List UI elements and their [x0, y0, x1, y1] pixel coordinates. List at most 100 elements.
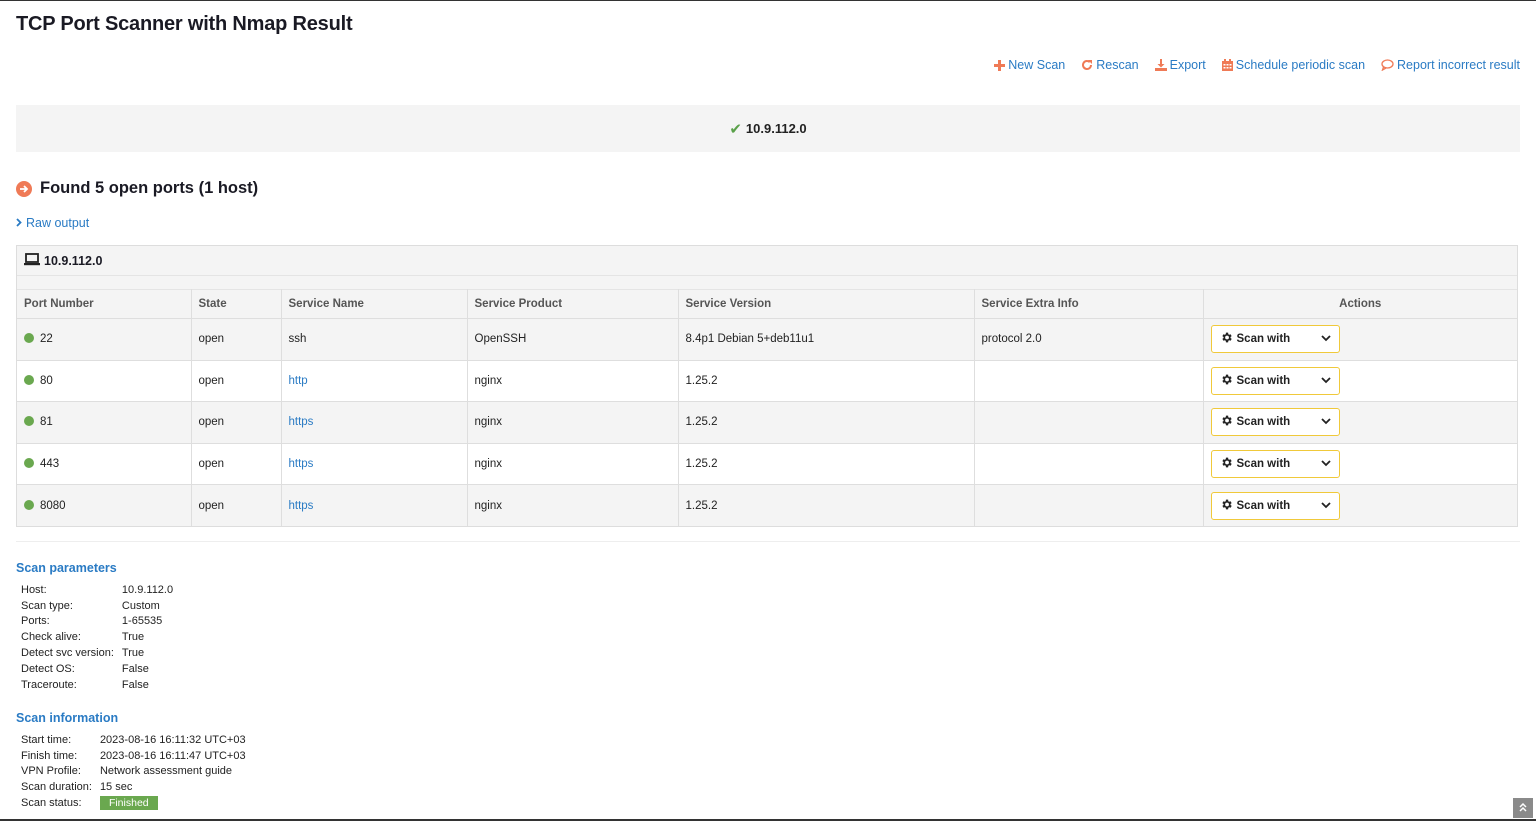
chevron-down-icon	[1320, 458, 1331, 470]
calendar-icon	[1221, 59, 1233, 71]
param-value: True	[121, 631, 145, 644]
service-name: ssh	[288, 333, 307, 346]
scan-with-label: Scan with	[1236, 374, 1291, 387]
state-cell: open	[190, 401, 282, 444]
info-value: Network assessment guide	[99, 765, 232, 778]
param-label: Ports:	[21, 615, 50, 628]
actions-cell: Scan with	[1202, 359, 1517, 402]
gear-icon	[1220, 456, 1233, 472]
state-cell: open	[190, 442, 282, 485]
param-label: Detect OS:	[21, 662, 75, 675]
status-badge: Finished	[99, 796, 158, 811]
scan-with-dropdown[interactable]: Scan with	[1210, 325, 1340, 354]
scan-with-label: Scan with	[1236, 499, 1291, 512]
host-banner: ✔ 10.9.112.0	[16, 105, 1520, 152]
param-row: Check alive: True	[21, 629, 173, 645]
raw-output-toggle[interactable]: Raw output	[16, 216, 89, 230]
info-label: Finish time:	[21, 749, 78, 762]
gear-icon	[1220, 414, 1233, 430]
param-label: Check alive:	[21, 631, 81, 644]
scan-with-label: Scan with	[1236, 457, 1291, 470]
chevron-down-icon	[1320, 500, 1331, 512]
param-label: Host:	[21, 583, 47, 596]
double-chevron-up-icon	[1519, 801, 1527, 815]
new-scan-button[interactable]: New Scan	[994, 58, 1065, 72]
state-cell: open	[190, 484, 282, 526]
open-status-dot-icon	[24, 457, 34, 468]
service-cell: ssh	[280, 318, 468, 361]
schedule-scan-button[interactable]: Schedule periodic scan	[1221, 58, 1365, 72]
port-number: 443	[40, 457, 60, 470]
info-row: Scan duration: 15 sec	[21, 779, 246, 795]
found-summary: Found 5 open ports (1 host)	[16, 179, 258, 198]
open-status-dot-icon	[24, 499, 34, 510]
extra-info-cell	[973, 484, 1204, 526]
port-cell: 80	[17, 359, 192, 402]
product-cell: OpenSSH	[466, 318, 679, 361]
check-icon: ✔	[729, 120, 742, 138]
version-cell: 1.25.2	[677, 359, 975, 402]
state-cell: open	[190, 318, 282, 361]
col-state: State	[190, 289, 282, 319]
download-icon	[1154, 59, 1167, 71]
info-label: VPN Profile:	[21, 765, 81, 778]
service-name-link[interactable]: https	[289, 500, 314, 512]
param-row: Detect svc version: True	[21, 645, 173, 661]
port-number: 22	[40, 333, 53, 346]
col-service-product: Service Product	[466, 289, 679, 319]
plus-icon	[994, 59, 1006, 71]
service-cell: https	[280, 484, 468, 526]
port-cell: 81	[17, 401, 192, 444]
info-row: Finish time: 2023-08-16 16:11:47 UTC+03	[21, 748, 246, 764]
open-status-dot-icon	[24, 416, 34, 427]
scan-with-dropdown[interactable]: Scan with	[1210, 366, 1340, 395]
param-row: Traceroute: False	[21, 677, 173, 693]
arrow-circle-icon	[16, 180, 32, 197]
param-value: False	[121, 662, 149, 675]
info-label: Scan duration:	[21, 781, 92, 794]
scan-with-dropdown[interactable]: Scan with	[1210, 408, 1340, 437]
col-port-number: Port Number	[17, 289, 192, 319]
scan-with-dropdown[interactable]: Scan with	[1210, 449, 1340, 478]
scan-parameters-title: Scan parameters	[16, 561, 117, 575]
report-incorrect-label: Report incorrect result	[1397, 58, 1520, 72]
param-row: Scan type: Custom	[21, 598, 173, 614]
param-row: Ports: 1-65535	[21, 614, 173, 630]
col-service-version: Service Version	[677, 289, 975, 319]
laptop-icon	[24, 252, 40, 269]
service-cell: http	[280, 359, 468, 402]
port-cell: 8080	[17, 484, 192, 526]
rescan-button[interactable]: Rescan	[1081, 58, 1139, 72]
host-result-box: 10.9.112.0 Port Number State Service Nam…	[16, 245, 1518, 527]
param-label: Detect svc version:	[21, 647, 114, 660]
param-row: Host: 10.9.112.0	[21, 582, 173, 598]
service-name-link[interactable]: http	[289, 375, 308, 387]
host-box-title: 10.9.112.0	[44, 253, 103, 268]
table-row: 80 open http nginx 1.25.2 Scan with	[17, 359, 1517, 402]
comment-icon	[1381, 59, 1394, 71]
col-service-extra-info: Service Extra Info	[973, 289, 1204, 319]
page-title: TCP Port Scanner with Nmap Result	[16, 13, 353, 35]
table-row: 22 open ssh OpenSSH 8.4p1 Debian 5+deb11…	[17, 318, 1517, 361]
report-incorrect-button[interactable]: Report incorrect result	[1381, 58, 1520, 72]
toolbar: New Scan Rescan Export Schedule periodic…	[994, 58, 1520, 72]
version-cell: 8.4p1 Debian 5+deb11u1	[677, 318, 975, 361]
param-row: Detect OS: False	[21, 661, 173, 677]
product-cell: nginx	[466, 484, 679, 526]
scroll-to-top-button[interactable]	[1513, 798, 1533, 818]
refresh-icon	[1081, 59, 1093, 71]
open-status-dot-icon	[24, 333, 34, 344]
port-number: 8080	[40, 499, 66, 512]
actions-cell: Scan with	[1202, 401, 1517, 444]
chevron-down-icon	[1320, 333, 1331, 345]
scan-with-dropdown[interactable]: Scan with	[1210, 491, 1340, 520]
chevron-down-icon	[1320, 375, 1331, 387]
service-name-link[interactable]: https	[289, 458, 314, 470]
param-value: 1-65535	[121, 615, 163, 628]
banner-host: 10.9.112.0	[745, 121, 807, 136]
service-name-link[interactable]: https	[289, 416, 314, 428]
info-row: VPN Profile: Network assessment guide	[21, 764, 246, 780]
port-cell: 22	[17, 318, 192, 361]
export-button[interactable]: Export	[1154, 58, 1206, 72]
table-row: 443 open https nginx 1.25.2 Scan with	[17, 442, 1517, 485]
